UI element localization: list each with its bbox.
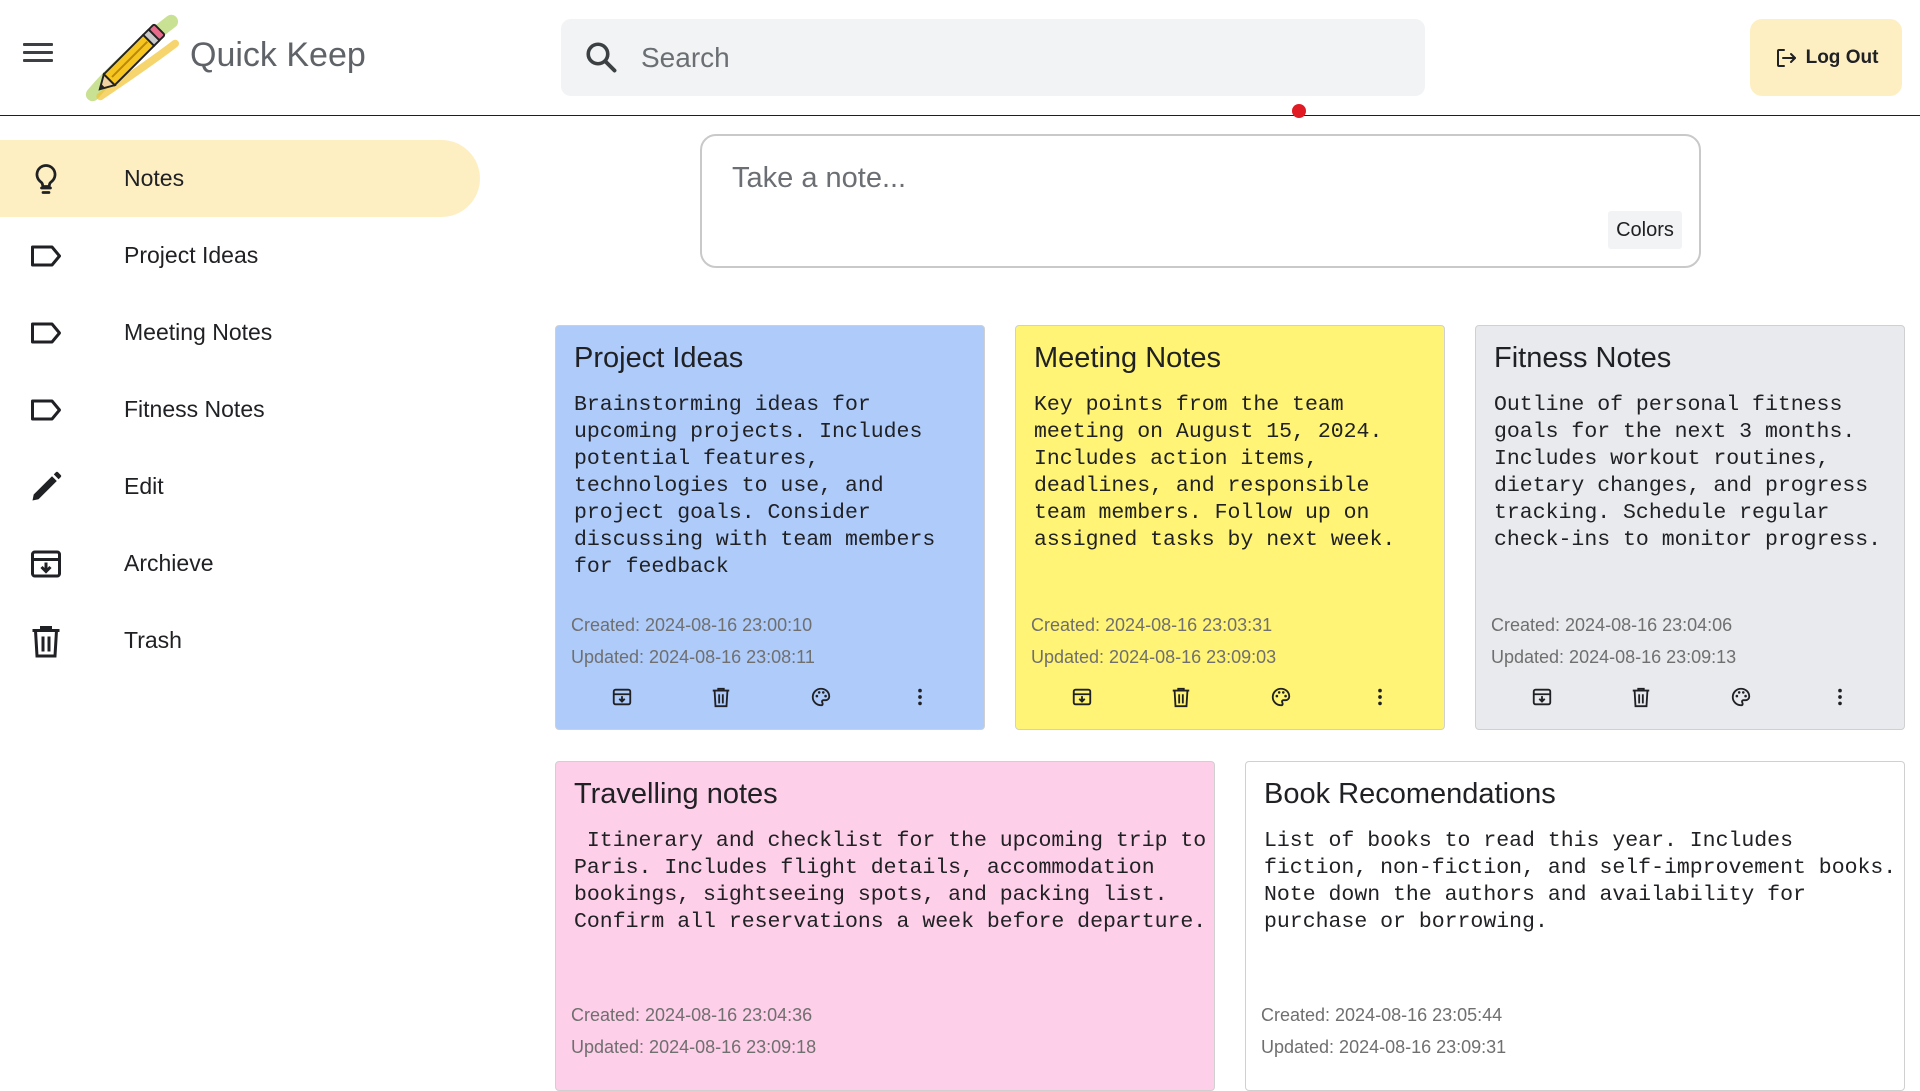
sidebar-item-label: Meeting Notes [124,319,273,345]
sidebar-item-label: Project Ideas [124,242,259,268]
label-icon [31,399,61,421]
note-created: Created: 2024-08-16 23:04:06 [1491,615,1733,635]
note-card[interactable]: Travelling notes Itinerary and checklist… [555,761,1215,1091]
note-actions [1016,683,1444,711]
note-title: Book Recomendations [1264,778,1556,810]
note-title: Meeting Notes [1034,342,1221,374]
label-icon [31,245,61,267]
note-card[interactable]: Project Ideas Brainstorming ideas for up… [555,325,985,730]
note-body: Itinerary and checklist for the upcoming… [574,829,1207,934]
menu-icon[interactable] [18,38,58,78]
palette-icon[interactable] [1730,686,1752,708]
note-body: List of books to read this year. Include… [1264,829,1897,934]
colors-button[interactable]: Colors [1608,211,1682,249]
note-created: Created: 2024-08-16 23:03:31 [1031,615,1273,635]
sidebar-item-label: Fitness Notes [124,396,265,422]
app-title: Quick Keep [190,36,366,74]
trash-icon[interactable] [1170,686,1192,708]
sidebar-item-trash[interactable]: Trash [0,602,480,679]
sidebar-item-archive[interactable]: Archieve [0,525,480,602]
sidebar-item-label: Notes [124,165,185,191]
take-note-input[interactable] [732,158,1492,198]
sidebar-item-edit[interactable]: Edit [0,448,480,525]
note-actions [1476,683,1904,711]
more-vert-icon[interactable] [1829,686,1851,708]
search-icon[interactable] [583,39,619,75]
note-created: Created: 2024-08-16 23:05:44 [1261,1005,1503,1025]
archive-icon[interactable] [611,686,633,708]
app-logo [85,14,179,102]
note-composer[interactable]: Colors [700,134,1701,268]
more-vert-icon[interactable] [1369,686,1391,708]
note-updated: Updated: 2024-08-16 23:09:31 [1261,1037,1507,1057]
top-bar: Quick Keep Log Out [0,0,1920,116]
archive-icon[interactable] [1071,686,1093,708]
trash-icon[interactable] [710,686,732,708]
note-created: Created: 2024-08-16 23:04:36 [571,1005,813,1025]
archive-icon[interactable] [1531,686,1553,708]
pencil-icon [32,471,62,501]
sidebar-item-fitness-notes[interactable]: Fitness Notes [0,371,480,448]
logout-label: Log Out [1805,46,1879,68]
note-title: Travelling notes [574,778,778,810]
label-icon [31,322,61,344]
cursor-marker [1292,104,1306,118]
logout-icon [1776,48,1796,67]
search-bar[interactable] [561,19,1425,96]
note-updated: Updated: 2024-08-16 23:09:13 [1491,647,1737,667]
note-created: Created: 2024-08-16 23:00:10 [571,615,813,635]
trash-icon[interactable] [1630,686,1652,708]
note-body: Outline of personal fitness goals for th… [1494,393,1882,552]
search-input[interactable] [641,19,1401,96]
lightbulb-icon [35,164,57,194]
note-card[interactable]: Meeting Notes Key points from the team m… [1015,325,1445,730]
sidebar-item-meeting-notes[interactable]: Meeting Notes [0,294,480,371]
sidebar-item-notes[interactable]: Notes [0,140,480,217]
palette-icon[interactable] [1270,686,1292,708]
note-body: Key points from the team meeting on Augu… [1034,393,1396,552]
note-title: Project Ideas [574,342,744,374]
logout-button[interactable]: Log Out [1750,19,1902,96]
sidebar-item-label: Archieve [124,550,214,576]
palette-icon[interactable] [810,686,832,708]
note-updated: Updated: 2024-08-16 23:09:18 [571,1037,817,1057]
sidebar-item-label: Edit [124,473,164,499]
note-updated: Updated: 2024-08-16 23:08:11 [571,647,815,667]
sidebar-item-label: Trash [124,627,182,653]
more-vert-icon[interactable] [909,686,931,708]
note-body: Brainstorming ideas for upcoming project… [574,393,936,579]
note-updated: Updated: 2024-08-16 23:09:03 [1031,647,1277,667]
note-actions [556,683,984,711]
sidebar-item-project-ideas[interactable]: Project Ideas [0,217,480,294]
note-card[interactable]: Book Recomendations List of books to rea… [1245,761,1905,1091]
trash-icon [32,626,60,658]
note-card[interactable]: Fitness Notes Outline of personal fitnes… [1475,325,1905,730]
note-title: Fitness Notes [1494,342,1672,374]
sidebar: Notes Project Ideas Meeting Notes Fitnes… [0,140,480,679]
archive-icon [31,550,61,578]
